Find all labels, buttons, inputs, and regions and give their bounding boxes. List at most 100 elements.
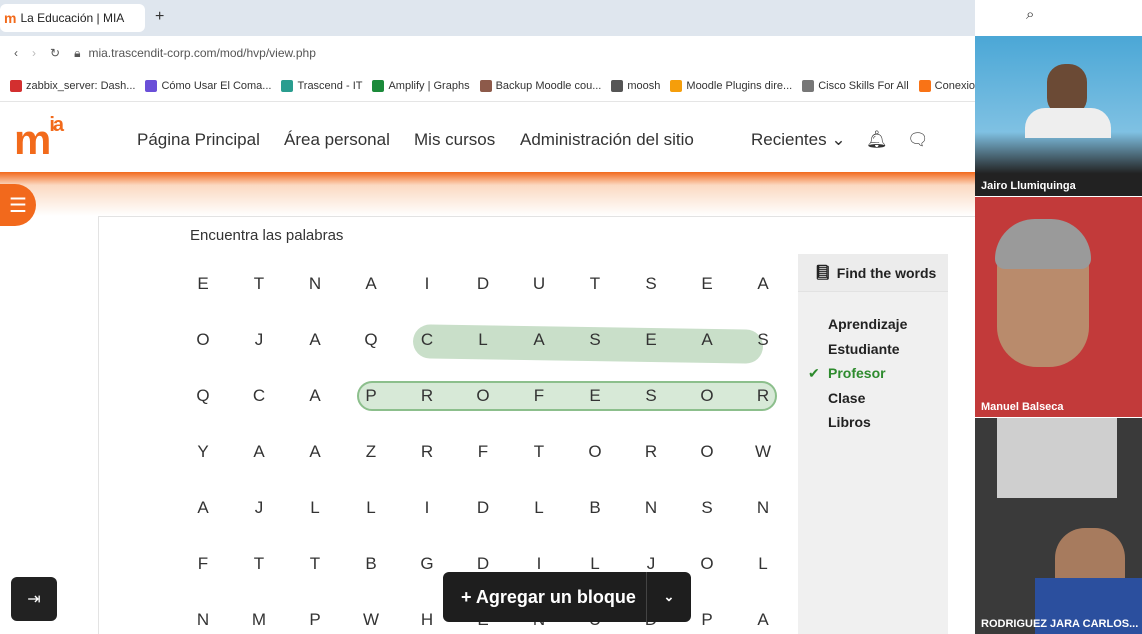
grid-letter[interactable]: I bbox=[412, 274, 442, 294]
grid-letter[interactable]: N bbox=[636, 498, 666, 518]
messages-icon[interactable]: 🗨︎ bbox=[907, 130, 929, 150]
grid-letter[interactable]: R bbox=[412, 386, 442, 406]
grid-letter[interactable]: T bbox=[300, 554, 330, 574]
grid-letter[interactable]: D bbox=[468, 274, 498, 294]
forward-icon[interactable]: › bbox=[32, 46, 36, 60]
grid-letter[interactable]: P bbox=[692, 610, 722, 630]
grid-letter[interactable]: L bbox=[468, 330, 498, 350]
grid-letter[interactable]: E bbox=[580, 386, 610, 406]
grid-letter[interactable]: L bbox=[300, 498, 330, 518]
grid-letter[interactable]: A bbox=[692, 330, 722, 350]
grid-letter[interactable]: B bbox=[580, 498, 610, 518]
grid-letter[interactable]: C bbox=[244, 386, 274, 406]
grid-letter[interactable]: M bbox=[244, 610, 274, 630]
grid-letter[interactable]: J bbox=[244, 330, 274, 350]
bookmark-item[interactable]: Conexion_p bbox=[918, 79, 975, 92]
grid-letter[interactable]: F bbox=[468, 442, 498, 462]
grid-letter[interactable]: S bbox=[692, 498, 722, 518]
grid-letter[interactable]: E bbox=[636, 330, 666, 350]
grid-letter[interactable]: F bbox=[524, 386, 554, 406]
nav-home[interactable]: Página Principal bbox=[137, 130, 260, 150]
grid-letter[interactable]: R bbox=[412, 442, 442, 462]
grid-letter[interactable]: L bbox=[524, 498, 554, 518]
back-icon[interactable]: ‹ bbox=[14, 46, 18, 60]
grid-letter[interactable]: O bbox=[692, 442, 722, 462]
grid-letter[interactable]: T bbox=[244, 554, 274, 574]
bookmark-item[interactable]: Trascend - IT bbox=[281, 79, 362, 92]
grid-letter[interactable]: R bbox=[636, 442, 666, 462]
grid-letter[interactable]: N bbox=[748, 498, 778, 518]
footer-toggle-button[interactable]: ⇥ bbox=[11, 577, 57, 621]
grid-letter[interactable]: A bbox=[356, 274, 386, 294]
grid-letter[interactable]: S bbox=[636, 386, 666, 406]
grid-letter[interactable]: S bbox=[636, 274, 666, 294]
grid-letter[interactable]: A bbox=[748, 274, 778, 294]
grid-letter[interactable]: P bbox=[356, 386, 386, 406]
bookmark-item[interactable]: moosh bbox=[611, 79, 660, 92]
grid-letter[interactable]: W bbox=[356, 610, 386, 630]
grid-letter[interactable]: N bbox=[300, 274, 330, 294]
nav-site-admin[interactable]: Administración del sitio bbox=[520, 130, 694, 150]
grid-letter[interactable]: U bbox=[524, 274, 554, 294]
nav-my-courses[interactable]: Mis cursos bbox=[414, 130, 495, 150]
grid-letter[interactable]: A bbox=[188, 498, 218, 518]
grid-letter[interactable]: O bbox=[188, 330, 218, 350]
grid-letter[interactable]: I bbox=[412, 498, 442, 518]
grid-letter[interactable]: L bbox=[356, 498, 386, 518]
grid-letter[interactable]: E bbox=[692, 274, 722, 294]
chevron-down-icon[interactable]: ⌄ bbox=[647, 589, 691, 605]
grid-letter[interactable]: A bbox=[524, 330, 554, 350]
grid-letter[interactable]: A bbox=[748, 610, 778, 630]
grid-letter[interactable]: C bbox=[412, 330, 442, 350]
grid-letter[interactable]: E bbox=[188, 274, 218, 294]
grid-letter[interactable]: O bbox=[692, 554, 722, 574]
grid-letter[interactable]: O bbox=[580, 442, 610, 462]
grid-letter[interactable]: O bbox=[468, 386, 498, 406]
grid-letter[interactable]: D bbox=[468, 554, 498, 574]
recent-dropdown[interactable]: Recientes ⌄ bbox=[751, 130, 846, 150]
nav-personal-area[interactable]: Área personal bbox=[284, 130, 390, 150]
grid-letter[interactable]: J bbox=[244, 498, 274, 518]
grid-letter[interactable]: N bbox=[188, 610, 218, 630]
bell-icon[interactable]: 🔔︎ bbox=[866, 130, 888, 150]
bookmark-item[interactable]: Cisco Skills For All bbox=[802, 79, 909, 92]
grid-letter[interactable]: B bbox=[356, 554, 386, 574]
add-block-button[interactable]: + Agregar un bloque ⌄ bbox=[443, 572, 691, 622]
grid-letter[interactable]: L bbox=[748, 554, 778, 574]
grid-letter[interactable]: J bbox=[636, 554, 666, 574]
grid-letter[interactable]: A bbox=[300, 386, 330, 406]
grid-letter[interactable]: I bbox=[524, 554, 554, 574]
bookmark-item[interactable]: Moodle Plugins dire... bbox=[670, 79, 792, 92]
site-logo[interactable]: mia bbox=[14, 114, 64, 164]
drawer-toggle-button[interactable]: ☰ bbox=[0, 184, 36, 226]
grid-letter[interactable]: H bbox=[412, 610, 442, 630]
grid-letter[interactable]: L bbox=[580, 554, 610, 574]
bookmark-item[interactable]: Cómo Usar El Coma... bbox=[145, 79, 271, 92]
grid-letter[interactable]: S bbox=[580, 330, 610, 350]
grid-letter[interactable]: T bbox=[580, 274, 610, 294]
grid-letter[interactable]: O bbox=[692, 386, 722, 406]
grid-letter[interactable]: D bbox=[468, 498, 498, 518]
grid-letter[interactable]: A bbox=[300, 330, 330, 350]
search-tabs-icon[interactable]: ⌕ bbox=[1026, 6, 1034, 23]
url-input[interactable]: mia.trascendit-corp.com/mod/hvp/view.php bbox=[88, 46, 315, 60]
grid-letter[interactable]: T bbox=[524, 442, 554, 462]
grid-letter[interactable]: W bbox=[748, 442, 778, 462]
grid-letter[interactable]: G bbox=[412, 554, 442, 574]
grid-letter[interactable]: A bbox=[244, 442, 274, 462]
grid-letter[interactable]: R bbox=[748, 386, 778, 406]
grid-letter[interactable]: T bbox=[244, 274, 274, 294]
bookmark-item[interactable]: Backup Moodle cou... bbox=[479, 79, 601, 92]
browser-tab[interactable]: m La Educación | MIA bbox=[0, 4, 145, 32]
grid-letter[interactable]: S bbox=[748, 330, 778, 350]
grid-letter[interactable]: Y bbox=[188, 442, 218, 462]
grid-letter[interactable]: Q bbox=[356, 330, 386, 350]
bookmark-item[interactable]: zabbix_server: Dash... bbox=[10, 79, 135, 92]
grid-letter[interactable]: A bbox=[300, 442, 330, 462]
bookmark-item[interactable]: Amplify | Graphs bbox=[372, 79, 470, 92]
grid-letter[interactable]: Z bbox=[356, 442, 386, 462]
grid-letter[interactable]: Q bbox=[188, 386, 218, 406]
grid-letter[interactable]: P bbox=[300, 610, 330, 630]
grid-letter[interactable]: F bbox=[188, 554, 218, 574]
new-tab-button[interactable]: + bbox=[155, 8, 164, 26]
